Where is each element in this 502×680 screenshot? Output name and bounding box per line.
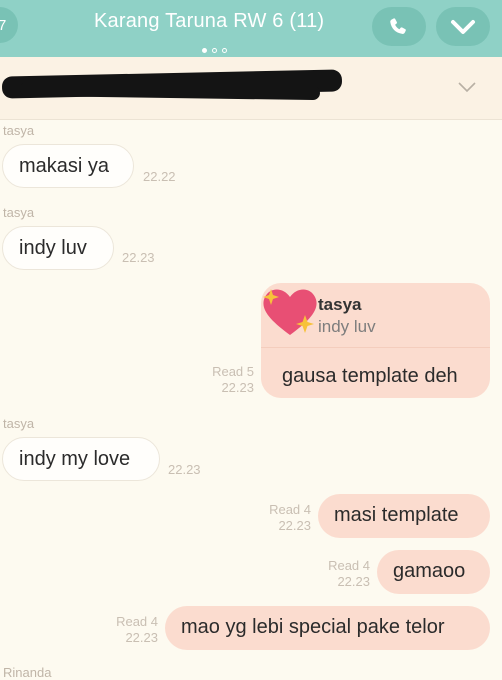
sender-name: tasya bbox=[3, 416, 35, 431]
phone-icon bbox=[390, 17, 406, 34]
sender-name: tasya bbox=[3, 123, 35, 138]
outgoing-message[interactable]: mao yg lebi special pake telor bbox=[165, 606, 490, 650]
read-status: Read 5 bbox=[212, 364, 254, 379]
chevron-down-icon bbox=[451, 19, 475, 34]
page-dot-active bbox=[202, 48, 207, 53]
outgoing-message[interactable]: gamaoo bbox=[377, 550, 490, 594]
outgoing-message[interactable]: masi template bbox=[318, 494, 490, 538]
message-time: 22.23 bbox=[122, 250, 155, 265]
chat-title[interactable]: Karang Taruna RW 6 (11) bbox=[94, 10, 324, 33]
reply-quote-text: indy luv bbox=[318, 317, 376, 336]
read-status: Read 4 bbox=[269, 502, 311, 517]
reply-quote-sender: tasya bbox=[318, 295, 362, 314]
page-dot bbox=[212, 48, 217, 53]
message-time: 22.23 bbox=[221, 380, 254, 395]
message-time: 22.23 bbox=[278, 518, 311, 533]
sender-name: Rinanda bbox=[3, 665, 52, 680]
message-time: 22.23 bbox=[168, 462, 201, 477]
outgoing-reply-message[interactable]: tasya indy luv gausa template deh bbox=[261, 283, 490, 398]
announcement-expand-icon[interactable] bbox=[457, 80, 477, 94]
back-count-label: 7 bbox=[0, 17, 7, 34]
outgoing-message-text: gausa template deh bbox=[282, 365, 458, 387]
call-button[interactable] bbox=[372, 7, 426, 46]
message-time: 22.22 bbox=[143, 169, 176, 184]
incoming-message[interactable]: makasi ya bbox=[2, 144, 134, 188]
expand-menu-button[interactable] bbox=[436, 7, 490, 46]
message-time: 22.23 bbox=[125, 630, 158, 645]
incoming-message[interactable]: indy my love bbox=[2, 437, 160, 481]
message-time: 22.23 bbox=[337, 574, 370, 589]
chat-header: 7 Karang Taruna RW 6 (11) bbox=[0, 0, 502, 57]
page-dot bbox=[222, 48, 227, 53]
read-status: Read 4 bbox=[328, 558, 370, 573]
sender-name: tasya bbox=[3, 205, 35, 220]
reply-divider bbox=[261, 347, 490, 348]
incoming-message[interactable]: indy luv bbox=[2, 226, 114, 270]
page-indicator bbox=[202, 40, 232, 58]
read-status: Read 4 bbox=[116, 614, 158, 629]
sparkling-heart-icon bbox=[263, 289, 317, 335]
